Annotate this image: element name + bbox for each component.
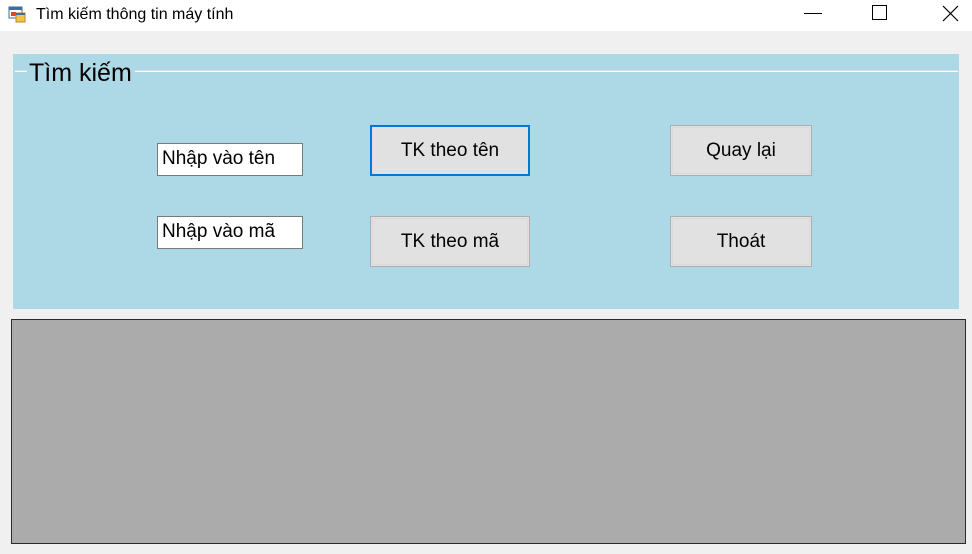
name-input[interactable]: Nhập vào tên (157, 143, 303, 176)
main-window: Tìm kiếm thông tin máy tính Tìm kiếm Nhậ… (0, 0, 972, 554)
maximize-button[interactable] (857, 0, 903, 31)
maximize-icon (872, 5, 887, 20)
code-input[interactable]: Nhập vào mã (157, 216, 303, 249)
minimize-icon (804, 13, 822, 14)
groupbox-border (15, 70, 958, 72)
close-icon (942, 5, 959, 22)
exit-button[interactable]: Thoát (670, 216, 812, 267)
close-button[interactable] (926, 0, 972, 31)
search-by-code-button[interactable]: TK theo mã (370, 216, 530, 267)
minimize-button[interactable] (787, 0, 833, 31)
results-datagrid[interactable] (11, 319, 966, 544)
window-title: Tìm kiếm thông tin máy tính (36, 6, 234, 23)
title-bar[interactable]: Tìm kiếm thông tin máy tính (0, 0, 972, 31)
windows-form-icon[interactable] (8, 5, 27, 24)
groupbox-title: Tìm kiếm (27, 58, 135, 88)
search-groupbox: Tìm kiếm (13, 54, 959, 309)
back-button[interactable]: Quay lại (670, 125, 812, 176)
search-by-name-button[interactable]: TK theo tên (370, 125, 530, 176)
